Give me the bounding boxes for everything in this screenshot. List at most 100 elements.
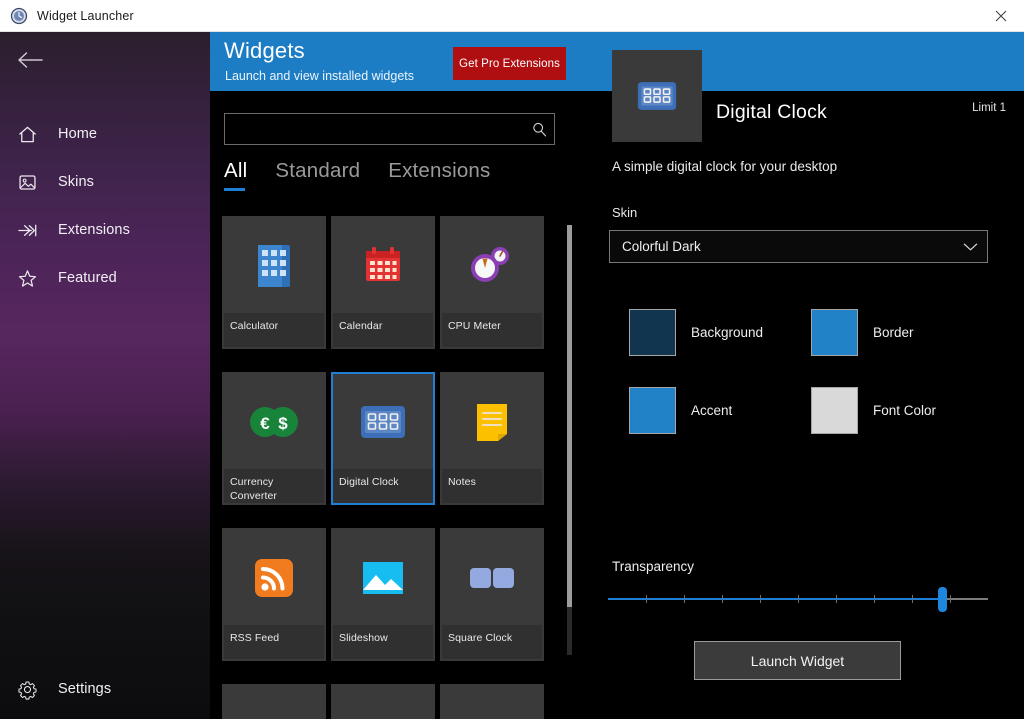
sidebar-item-skins[interactable]: Skins [0,158,210,206]
sidebar-item-label: Featured [58,270,117,286]
widget-tile-label: Digital Clock [333,469,433,503]
widget-tile-placeholder[interactable] [222,684,326,719]
sidebar-nav: Home Skins Extensions Featured [0,110,210,302]
widget-tile-digital-clock[interactable]: Digital Clock [331,372,435,505]
page-title: Widgets [224,38,305,63]
swatch-label: Font Color [873,402,937,418]
swatch-label: Accent [691,402,733,418]
widget-tile-cpu-meter[interactable]: CPU Meter [440,216,544,349]
widget-tile-label: Slideshow [333,625,433,659]
widget-list-scrollbar[interactable] [567,225,572,655]
launch-widget-button[interactable]: Launch Widget [694,641,901,680]
star-icon [12,263,42,293]
swatch-label: Background [691,324,764,340]
app-icon [10,7,28,25]
swatch-font-color[interactable] [811,386,858,434]
widget-launcher-window: Widget Launcher Home Skins Extensions Fe… [0,0,1024,719]
widget-tile-label: Calendar [333,313,433,347]
sidebar-item-extensions[interactable]: Extensions [0,206,210,254]
slider-tick [684,595,685,603]
tab-standard[interactable]: Standard [275,159,360,191]
skin-select[interactable]: Colorful Dark [609,230,988,263]
slider-tick [836,595,837,603]
slider-tick [912,595,913,603]
currency-converter-icon: € $ [224,374,324,469]
widget-tile-slideshow[interactable]: Slideshow [331,528,435,661]
digital-clock-icon [333,374,433,469]
search-icon[interactable] [524,114,554,144]
calendar-icon [333,218,433,313]
square-clock-icon [442,530,542,625]
swatch-background[interactable] [629,308,676,356]
svg-text:€: € [260,414,270,433]
slider-thumb[interactable] [938,587,948,612]
slider-tick [722,595,723,603]
tab-all[interactable]: All [224,159,247,191]
chevron-down-icon[interactable] [953,242,987,252]
sidebar-item-label: Skins [58,174,94,190]
sidebar-item-label: Home [58,126,98,142]
slider-fill [608,598,943,600]
slider-tick [798,595,799,603]
widget-tile-placeholder[interactable] [331,684,435,719]
widget-browser: All Standard Extensions Calculator Calen… [210,91,575,719]
window-title: Widget Launcher [37,8,134,23]
slideshow-icon [333,530,433,625]
rss-feed-icon [224,530,324,625]
slider-tick [760,595,761,603]
widget-tile-square-clock[interactable]: Square Clock [440,528,544,661]
image-icon [12,167,42,197]
widget-tile-placeholder[interactable] [440,684,544,719]
widget-tile-label: CPU Meter [442,313,542,347]
get-pro-extensions-button[interactable]: Get Pro Extensions [453,47,566,80]
slider-tick [646,595,647,603]
color-row-background: Background [629,293,811,371]
widget-tile-label: RSS Feed [224,625,324,659]
sidebar-item-home[interactable]: Home [0,110,210,158]
swatch-label: Border [873,324,914,340]
widget-tile-label: Notes [442,469,542,503]
notes-icon [442,374,542,469]
title-bar: Widget Launcher [0,0,1024,32]
widget-tile-notes[interactable]: Notes [440,372,544,505]
widget-tile-calculator[interactable]: Calculator [222,216,326,349]
calculator-icon [224,218,324,313]
search-input[interactable] [225,114,524,144]
page-subtitle: Launch and view installed widgets [225,69,415,83]
swatch-border[interactable] [811,308,858,356]
sidebar-item-settings[interactable]: Settings [0,667,210,711]
fast-forward-icon [12,215,42,245]
cpu-meter-icon [442,218,542,313]
back-arrow-icon[interactable] [8,40,52,80]
color-row-font-color: Font Color [811,371,993,449]
gear-icon [12,674,42,704]
swatch-accent[interactable] [629,386,676,434]
sidebar-item-label: Extensions [58,222,130,238]
slider-tick [950,595,951,603]
sidebar: Home Skins Extensions Featured Settings [0,32,210,719]
category-tabs: All Standard Extensions [224,159,518,191]
widget-tile-calendar[interactable]: Calendar [331,216,435,349]
skin-selected-value: Colorful Dark [622,239,701,254]
search-box[interactable] [224,113,555,145]
widget-tile-currency-converter[interactable]: € $ Currency Converter [222,372,326,505]
detail-widget-icon [612,50,702,142]
color-row-accent: Accent [629,371,811,449]
sidebar-item-featured[interactable]: Featured [0,254,210,302]
sidebar-item-label: Settings [58,681,112,697]
svg-text:$: $ [278,414,288,433]
widget-tile-label: Currency Converter [224,469,324,503]
color-row-border: Border [811,293,993,371]
limit-badge: Limit 1 [972,102,1006,114]
close-icon[interactable] [978,0,1024,31]
tab-extensions[interactable]: Extensions [388,159,490,191]
widget-tile-label: Square Clock [442,625,542,659]
scrollbar-thumb[interactable] [567,225,572,607]
detail-title: Digital Clock [716,101,827,123]
skin-label: Skin [612,205,638,220]
widget-tile-label: Calculator [224,313,324,347]
transparency-slider[interactable] [608,587,988,612]
widget-tile-rss-feed[interactable]: RSS Feed [222,528,326,661]
detail-description: A simple digital clock for your desktop [612,159,838,174]
color-swatch-grid: Background Border Accent Font Color [629,293,1009,449]
